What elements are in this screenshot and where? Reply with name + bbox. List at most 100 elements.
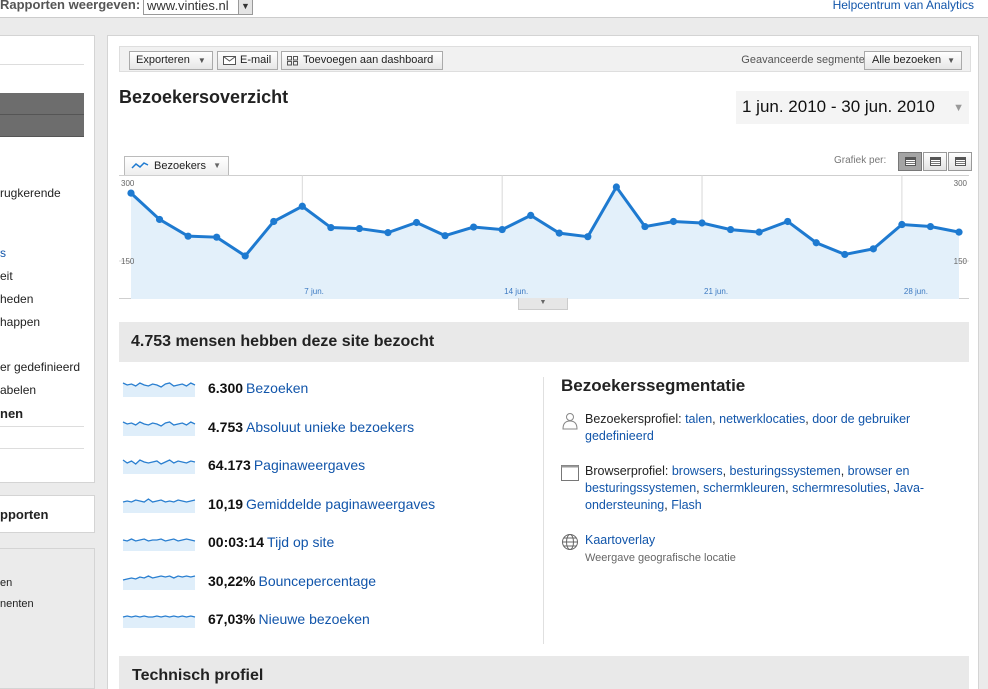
data-point[interactable] <box>355 224 364 233</box>
sidebar-item-heden[interactable]: heden <box>0 292 33 306</box>
chart-expand-toggle[interactable]: ▼ <box>518 298 568 310</box>
y-tick-label: 150 <box>121 257 135 266</box>
metric-link[interactable]: Bezoeken <box>246 380 308 396</box>
data-point[interactable] <box>384 229 392 237</box>
metric-link[interactable]: Absoluut unieke bezoekers <box>246 419 414 435</box>
data-point[interactable] <box>213 233 221 241</box>
data-point[interactable] <box>270 217 278 226</box>
data-point[interactable] <box>726 225 735 234</box>
chart-metric-select[interactable]: Bezoekers ▼ <box>124 156 229 175</box>
summary-headline: 4.753 mensen hebben deze site bezocht <box>131 333 435 350</box>
sidebar-item-eit[interactable]: eit <box>0 269 13 283</box>
visitor-profile-link[interactable]: talen <box>685 412 712 426</box>
sparkline-area <box>123 616 195 628</box>
data-point[interactable] <box>155 215 164 224</box>
browser-profile-link[interactable]: browsers <box>672 464 723 478</box>
data-point[interactable] <box>555 229 563 237</box>
help-center-link[interactable]: Helpcentrum van Analytics <box>833 0 974 12</box>
data-point[interactable] <box>869 245 877 253</box>
report-view-label: Rapporten weergeven: <box>0 0 141 12</box>
data-point[interactable] <box>584 233 592 241</box>
date-range-picker[interactable]: 1 jun. 2010 - 30 jun. 2010 ▼ <box>736 91 969 124</box>
data-point[interactable] <box>755 228 763 236</box>
date-range-value: 1 jun. 2010 - 30 jun. 2010 <box>742 97 935 116</box>
data-point[interactable] <box>184 232 192 240</box>
graph-day-icon <box>905 157 916 166</box>
data-point[interactable] <box>412 218 421 227</box>
metric-link[interactable]: Tijd op site <box>267 534 334 550</box>
visitors-chart[interactable]: 300 150 300 150 7 jun. 14 jun. 21 jun. 28 jun. <box>119 175 969 299</box>
graph-by-day-button[interactable] <box>898 152 922 171</box>
metric-row: 67,03% Nieuwe bezoeken <box>119 607 539 631</box>
data-point[interactable] <box>327 223 335 232</box>
sparkline <box>122 538 196 551</box>
metric-entry: 4.753 Absoluut unieke bezoekers <box>208 419 414 435</box>
map-overlay-link[interactable]: Kaartoverlay <box>585 533 655 547</box>
export-button[interactable]: Exporteren ▼ <box>129 51 213 70</box>
report-toolbar: Exporteren ▼ E-mail Toevoegen aan dashboa… <box>119 46 971 72</box>
metric-value: 4.753 <box>208 418 244 435</box>
data-point[interactable] <box>241 252 249 260</box>
sparkline-line <box>122 615 196 618</box>
advanced-segments-select[interactable]: Alle bezoeken ▼ <box>864 51 962 70</box>
data-point[interactable] <box>641 222 649 231</box>
sparkline <box>122 459 196 474</box>
browser-profile-link[interactable]: schermresoluties <box>792 481 886 495</box>
metric-link[interactable]: Nieuwe bezoeken <box>258 611 369 627</box>
sidebar-bottom-item[interactable]: en <box>0 577 12 589</box>
sidebar-item-nen[interactable]: nen <box>0 406 23 421</box>
sidebar-reports-section: pporten <box>0 495 95 533</box>
data-point[interactable] <box>784 217 792 226</box>
browser-profile-link[interactable]: besturingssystemen <box>730 464 841 478</box>
data-point[interactable] <box>955 228 963 236</box>
browser-profile-link[interactable]: schermkleuren <box>703 481 785 495</box>
metric-value: 64.173 <box>208 457 251 473</box>
data-point[interactable] <box>698 219 706 227</box>
sidebar-reports-label[interactable]: pporten <box>0 507 48 522</box>
data-point[interactable] <box>527 211 535 219</box>
graph-by-month-button[interactable] <box>948 152 972 171</box>
metric-entry: 64.173 Paginaweergaves <box>208 457 365 473</box>
data-point[interactable] <box>498 225 506 234</box>
metric-link[interactable]: Gemiddelde paginaweergaves <box>246 496 435 512</box>
sidebar-item-user-defined[interactable]: er gedefinieerd <box>0 360 80 374</box>
data-point[interactable] <box>298 202 306 210</box>
visitor-profile-link[interactable]: netwerklocaties <box>719 412 805 426</box>
sparkline <box>122 615 196 628</box>
data-point[interactable] <box>841 250 849 259</box>
metric-entry: 6.300 Bezoeken <box>208 380 308 396</box>
metric-entry: 30,22% Bouncepercentage <box>208 573 376 589</box>
metric-entry: 00:03:14 Tijd op site <box>208 534 334 550</box>
sparkline <box>122 574 196 590</box>
add-to-dashboard-button[interactable]: Toevoegen aan dashboard <box>281 51 443 70</box>
sidebar-selected-item[interactable] <box>0 93 84 115</box>
sparkline <box>122 382 196 397</box>
visitor-profile-label: Bezoekersprofiel: <box>585 412 682 426</box>
data-point[interactable] <box>898 220 906 229</box>
browser-profile-link[interactable]: Flash <box>671 498 702 512</box>
x-tick-label: 21 jun. <box>704 287 728 296</box>
sidebar-selected-subitem[interactable] <box>0 115 84 137</box>
sidebar-item-variables[interactable]: abelen <box>0 383 36 397</box>
graph-by-week-button[interactable] <box>923 152 947 171</box>
chart-metric-label: Bezoekers <box>154 160 206 172</box>
data-point[interactable] <box>612 183 620 191</box>
data-point[interactable] <box>127 189 135 197</box>
advanced-segments-label: Geavanceerde segmenten: <box>741 54 874 66</box>
sidebar-bottom-item[interactable]: nenten <box>0 598 34 610</box>
browser-profile-label: Browserprofiel: <box>585 464 669 478</box>
sidebar-item-returning[interactable]: rugkerende <box>0 186 61 200</box>
data-point[interactable] <box>669 217 678 226</box>
metric-row: 30,22% Bouncepercentage <box>119 569 539 593</box>
metric-link[interactable]: Paginaweergaves <box>254 457 365 473</box>
sidebar-item-happen[interactable]: happen <box>0 315 40 329</box>
data-point[interactable] <box>470 223 478 231</box>
email-button[interactable]: E-mail <box>217 51 278 70</box>
data-point[interactable] <box>812 239 820 247</box>
site-select[interactable]: www.vinties.nl ▼ <box>143 0 253 15</box>
data-point[interactable] <box>441 232 449 240</box>
sidebar-item-s[interactable]: s <box>0 246 6 260</box>
metric-link[interactable]: Bouncepercentage <box>258 573 376 589</box>
metric-value: 67,03% <box>208 611 256 627</box>
data-point[interactable] <box>926 222 935 231</box>
